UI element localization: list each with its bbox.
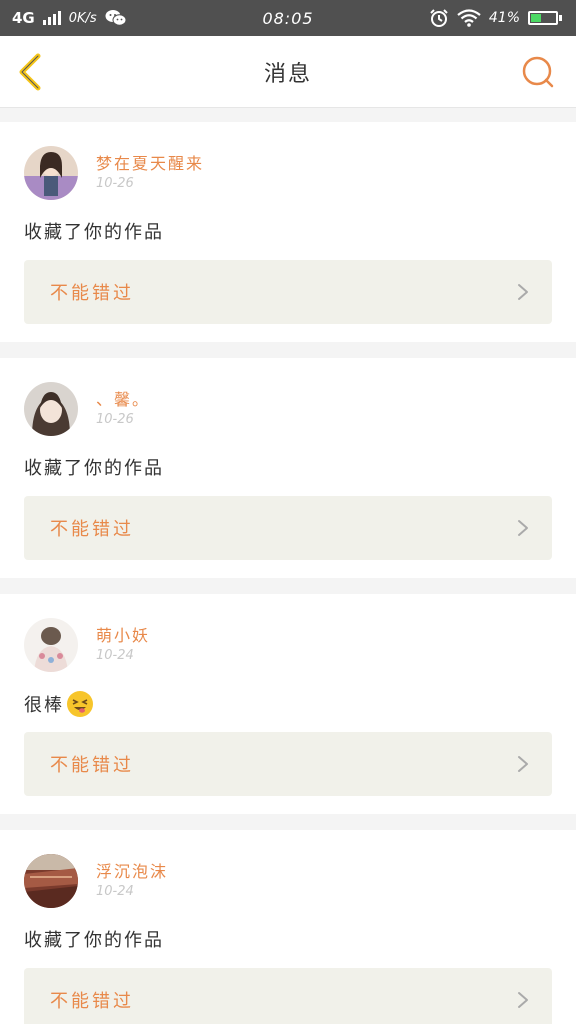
status-right: 41% xyxy=(429,8,562,28)
chevron-right-icon xyxy=(518,520,528,536)
message-card: 浮沉泡沫 10-24 收藏了你的作品 不能错过 xyxy=(0,830,576,1024)
avatar[interactable] xyxy=(24,854,78,908)
message-text: 很棒 xyxy=(24,690,94,718)
username[interactable]: 、馨。 xyxy=(96,386,150,410)
alarm-icon xyxy=(430,9,448,27)
work-title: 不能错过 xyxy=(50,283,134,304)
work-link[interactable]: 不能错过 xyxy=(24,732,552,796)
work-title: 不能错过 xyxy=(50,991,134,1012)
message-card: 梦在夏天醒来 10-26 收藏了你的作品 不能错过 xyxy=(0,122,576,342)
grinning-tongue-emoji-icon xyxy=(67,691,93,717)
message-date: 10-24 xyxy=(96,884,134,899)
work-link[interactable]: 不能错过 xyxy=(24,496,552,560)
battery-icon xyxy=(528,11,562,25)
avatar[interactable] xyxy=(24,618,78,672)
status-bar: 4G 0K/s 08:05 41% xyxy=(0,0,576,36)
wechat-icon xyxy=(105,10,127,26)
username[interactable]: 萌小妖 xyxy=(96,622,150,646)
work-link[interactable]: 不能错过 xyxy=(24,968,552,1024)
message-text: 收藏了你的作品 xyxy=(24,454,164,480)
page-title: 消息 xyxy=(263,61,312,87)
avatar[interactable] xyxy=(24,146,78,200)
message-date: 10-26 xyxy=(96,176,134,191)
app-header: 消息 xyxy=(0,36,576,108)
search-button[interactable] xyxy=(520,54,556,90)
message-date: 10-24 xyxy=(96,648,134,663)
search-icon xyxy=(522,56,554,88)
work-title: 不能错过 xyxy=(50,755,134,776)
signal-icon xyxy=(42,11,61,25)
message-date: 10-26 xyxy=(96,412,134,427)
work-link[interactable]: 不能错过 xyxy=(24,260,552,324)
chevron-left-icon xyxy=(19,53,41,91)
message-body: 收藏了你的作品 xyxy=(24,930,164,951)
message-text: 收藏了你的作品 xyxy=(24,218,164,244)
username[interactable]: 梦在夏天醒来 xyxy=(96,150,204,174)
work-title: 不能错过 xyxy=(50,519,134,540)
back-button[interactable] xyxy=(12,52,52,92)
message-card: 、馨。 10-26 收藏了你的作品 不能错过 xyxy=(0,358,576,578)
network-type: 4G xyxy=(12,9,35,27)
network-speed: 0K/s xyxy=(68,10,97,26)
message-body: 很棒 xyxy=(24,695,64,716)
chevron-right-icon xyxy=(518,992,528,1008)
avatar[interactable] xyxy=(24,382,78,436)
chevron-right-icon xyxy=(518,284,528,300)
wifi-icon xyxy=(457,9,481,27)
message-card: 萌小妖 10-24 很棒 不能错过 xyxy=(0,594,576,814)
message-text: 收藏了你的作品 xyxy=(24,926,164,952)
status-left: 4G 0K/s xyxy=(12,9,127,27)
chevron-right-icon xyxy=(518,756,528,772)
message-body: 收藏了你的作品 xyxy=(24,222,164,243)
battery-percent: 41% xyxy=(488,10,520,26)
username[interactable]: 浮沉泡沫 xyxy=(96,858,168,882)
message-list: 梦在夏天醒来 10-26 收藏了你的作品 不能错过 、馨。 10-26 收藏了你… xyxy=(0,108,576,1024)
message-body: 收藏了你的作品 xyxy=(24,458,164,479)
